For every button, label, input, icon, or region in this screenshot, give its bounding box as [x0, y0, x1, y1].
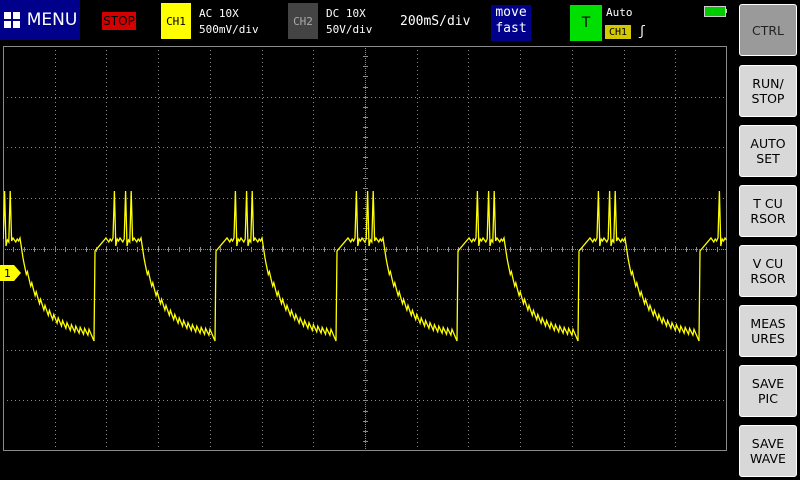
ch2-info[interactable]: DC 10X 50V/div: [326, 6, 372, 38]
battery-icon: [704, 6, 726, 17]
menu-button[interactable]: MENU: [0, 0, 80, 40]
ch2-scale: 50V/div: [326, 23, 373, 36]
ch2-coupling: DC 10X: [326, 7, 366, 20]
battery-tip: [725, 9, 727, 13]
menu-label: MENU: [26, 10, 78, 30]
ch1-info[interactable]: AC 10X 500mV/div: [199, 6, 259, 38]
move-line1: move: [495, 5, 527, 20]
waveform-display[interactable]: [3, 46, 727, 451]
ch1-scale: 500mV/div: [199, 23, 259, 36]
t-cursor-button[interactable]: T CU RSOR: [739, 185, 797, 237]
save-pic-button[interactable]: SAVE PIC: [739, 365, 797, 417]
ch1-coupling: AC 10X: [199, 7, 239, 20]
ctrl-button[interactable]: CTRL: [739, 4, 797, 56]
run-state-badge[interactable]: STOP: [102, 12, 136, 30]
ch1-badge[interactable]: CH1: [161, 3, 191, 39]
trigger-edge-icon[interactable]: ʃ: [638, 24, 646, 39]
move-line2: fast: [495, 21, 527, 36]
move-speed-button[interactable]: move fast: [491, 5, 531, 41]
status-bar: MENU STOP CH1 AC 10X 500mV/div CH2 DC 10…: [0, 0, 735, 44]
run-stop-button[interactable]: RUN/ STOP: [739, 65, 797, 117]
save-wave-button[interactable]: SAVE WAVE: [739, 425, 797, 477]
ch1-level-marker[interactable]: 1: [0, 264, 22, 282]
trigger-badge[interactable]: T: [570, 5, 602, 41]
v-cursor-button[interactable]: V CU RSOR: [739, 245, 797, 297]
sidebar: CTRL RUN/ STOP AUTO SET T CU RSOR V CU R…: [735, 0, 800, 480]
ch1-marker-label: 1: [4, 267, 11, 280]
ch2-badge[interactable]: CH2: [288, 3, 318, 39]
trigger-source[interactable]: CH1: [605, 25, 631, 39]
trigger-mode[interactable]: Auto: [606, 6, 633, 19]
grid-icon: [3, 12, 20, 28]
timebase-label[interactable]: 200mS/div: [400, 14, 470, 29]
measures-button[interactable]: MEAS URES: [739, 305, 797, 357]
auto-set-button[interactable]: AUTO SET: [739, 125, 797, 177]
